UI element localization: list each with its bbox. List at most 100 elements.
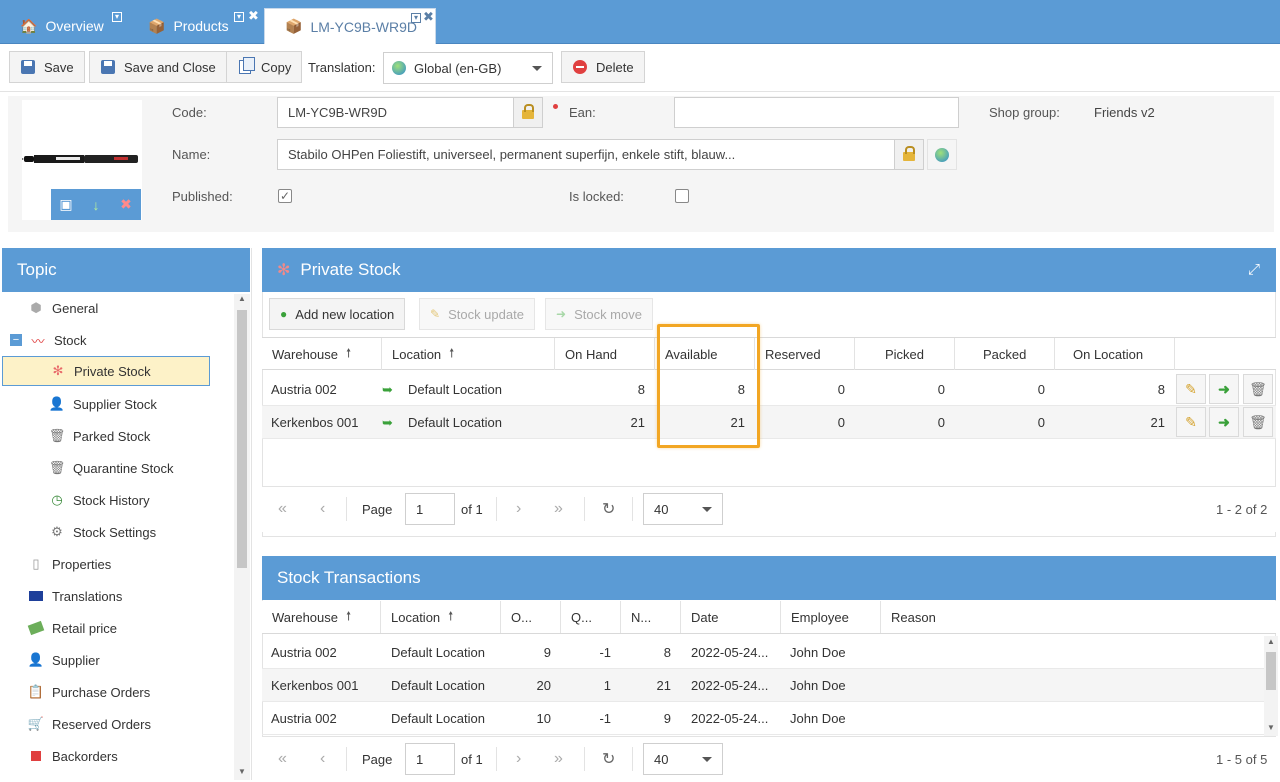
topic-item-purchase-orders[interactable]: 📋 Purchase Orders [28, 677, 150, 707]
column-header-picked[interactable]: Picked [855, 338, 955, 370]
column-header-employee[interactable]: Employee [781, 601, 881, 633]
edit-row-button[interactable]: ✎ [1176, 374, 1206, 404]
previous-page-icon[interactable]: ‹ [320, 493, 325, 525]
stock-move-button[interactable]: ➜ Stock move [545, 298, 653, 330]
delete-button[interactable]: Delete [561, 51, 645, 83]
add-location-button[interactable]: ● Add new location [269, 298, 406, 330]
cell-on-location: 21 [1150, 415, 1165, 430]
column-header-location[interactable]: Location 🠕 [381, 601, 501, 633]
topic-item-general[interactable]: ⬢ General [28, 293, 98, 323]
first-page-icon[interactable]: « [278, 493, 287, 525]
topic-item-stock-history[interactable]: ◷ Stock History [49, 485, 149, 515]
tab-menu-icon[interactable]: ▾ [234, 10, 244, 22]
topic-item-quarantine-stock[interactable]: 🗑 Quarantine Stock [49, 453, 174, 483]
table-row[interactable]: Austria 002 Default Location 9 -1 8 2022… [262, 636, 1264, 669]
maximize-icon[interactable]: ⤢ [1248, 261, 1260, 278]
column-header-on-hand[interactable]: On Hand [555, 338, 655, 370]
topic-item-label: Supplier Stock [73, 396, 157, 412]
is-locked-checkbox[interactable] [675, 189, 689, 203]
column-header-n[interactable]: N... [621, 601, 681, 633]
transactions-scrollbar-thumb[interactable] [1266, 652, 1276, 690]
column-header-available[interactable]: Available [655, 338, 755, 370]
topic-item-reserved-orders[interactable]: 🛒 Reserved Orders [28, 709, 151, 739]
column-header-reserved[interactable]: Reserved [755, 338, 855, 370]
copy-button[interactable]: Copy [226, 51, 303, 83]
topic-item-supplier[interactable]: 👤 Supplier [28, 645, 100, 675]
remove-image-button[interactable]: ✖ [111, 189, 141, 220]
tab-overview[interactable]: 🏠 Overview ▾ [0, 8, 128, 44]
refresh-icon[interactable]: ↻ [602, 743, 615, 775]
column-header-date[interactable]: Date [681, 601, 781, 633]
move-row-button[interactable]: ➜ [1209, 374, 1239, 404]
close-icon[interactable]: ✖ [423, 9, 434, 25]
table-row[interactable]: Austria 002 ➥ Default Location 8 8 0 0 0… [262, 373, 1276, 406]
image-edit-button[interactable]: ▣ [51, 189, 81, 220]
private-stock-grid-header: Warehouse 🠕 Location 🠕 On Hand Available R… [262, 337, 1276, 370]
next-page-icon[interactable]: › [516, 493, 521, 525]
last-page-icon[interactable]: » [554, 743, 563, 775]
name-field[interactable]: Stabilo OHPen Foliestift, universeel, pe… [277, 139, 895, 170]
column-header-on-location[interactable]: On Location [1055, 338, 1175, 370]
table-row[interactable]: Austria 002 Default Location 10 -1 9 202… [262, 702, 1264, 735]
save-and-close-button[interactable]: Save and Close [89, 51, 227, 83]
scroll-down-icon[interactable]: ▼ [238, 767, 246, 776]
column-label: On Hand [565, 346, 618, 362]
topic-item-properties[interactable]: ▯ Properties [28, 549, 111, 579]
delete-row-button[interactable]: 🗑 [1243, 374, 1273, 404]
code-lock-button[interactable] [513, 97, 543, 128]
first-page-icon[interactable]: « [278, 743, 287, 775]
column-header-warehouse[interactable]: Warehouse 🠕 [262, 338, 382, 370]
table-row[interactable]: Kerkenbos 001 ➥ Default Location 21 21 0… [262, 406, 1276, 439]
column-header-packed[interactable]: Packed [955, 338, 1055, 370]
arrow-right-icon: ➜ [1218, 380, 1230, 397]
topic-item-stock-settings[interactable]: ⚙ Stock Settings [49, 517, 156, 547]
topic-scrollbar-thumb[interactable] [237, 310, 247, 568]
table-row[interactable]: Kerkenbos 001 Default Location 20 1 21 2… [262, 669, 1264, 702]
download-button[interactable]: ↓ [81, 189, 111, 220]
save-button[interactable]: Save [9, 51, 85, 83]
tab-menu-icon[interactable]: ▾ [411, 11, 421, 23]
next-page-icon[interactable]: › [516, 743, 521, 775]
tab-products[interactable]: 📦 Products ▾ ✖ [128, 8, 262, 44]
stock-update-button[interactable]: ✎ Stock update [419, 298, 535, 330]
refresh-icon[interactable]: ↻ [602, 493, 615, 525]
scroll-down-icon[interactable]: ▼ [1267, 723, 1275, 732]
column-header-reason[interactable]: Reason [881, 601, 1276, 633]
delete-row-button[interactable]: 🗑 [1243, 407, 1273, 437]
tab-menu-icon[interactable]: ▾ [112, 10, 122, 22]
column-header-location[interactable]: Location 🠕 [382, 338, 555, 370]
page-size-select[interactable]: 40 [643, 493, 723, 525]
published-checkbox[interactable]: ✓ [278, 189, 292, 203]
collapse-icon[interactable]: − [10, 334, 22, 346]
previous-page-icon[interactable]: ‹ [320, 743, 325, 775]
close-icon[interactable]: ✖ [248, 8, 259, 24]
translation-select[interactable]: Global (en-GB) [383, 52, 553, 84]
move-row-button[interactable]: ➜ [1209, 407, 1239, 437]
scroll-up-icon[interactable]: ▲ [238, 294, 246, 303]
column-header-warehouse[interactable]: Warehouse 🠕 [262, 601, 381, 633]
topic-item-label: Quarantine Stock [73, 460, 174, 476]
page-size-select[interactable]: 40 [643, 743, 723, 775]
topic-item-private-stock[interactable]: ✻ Private Stock [2, 356, 210, 386]
pencil-icon: ✎ [430, 307, 441, 321]
edit-row-button[interactable]: ✎ [1176, 407, 1206, 437]
column-header-o[interactable]: O... [501, 601, 561, 633]
topic-item-backorders[interactable]: Backorders [28, 741, 118, 771]
topic-item-stock[interactable]: − 〰 Stock [10, 325, 87, 355]
page-input[interactable]: 1 [405, 493, 455, 525]
last-page-icon[interactable]: » [554, 493, 563, 525]
image-icon: ▣ [59, 196, 73, 212]
topic-item-parked-stock[interactable]: 🗑 Parked Stock [49, 421, 151, 451]
name-lock-button[interactable] [894, 139, 924, 170]
scroll-up-icon[interactable]: ▲ [1267, 637, 1275, 646]
ean-field[interactable] [674, 97, 959, 128]
sort-up-icon: 🠕 [449, 345, 455, 360]
topic-item-retail-price[interactable]: Retail price [27, 613, 117, 643]
topic-item-supplier-stock[interactable]: 👤 Supplier Stock [49, 389, 157, 419]
page-input[interactable]: 1 [405, 743, 455, 775]
name-translate-button[interactable] [927, 139, 957, 170]
column-header-q[interactable]: Q... [561, 601, 621, 633]
topic-item-translations[interactable]: Translations [28, 581, 122, 611]
tab-product-detail[interactable]: 📦 LM-YC9B-WR9D ▾ ✖ [264, 8, 436, 44]
code-field[interactable]: LM-YC9B-WR9D [277, 97, 515, 128]
